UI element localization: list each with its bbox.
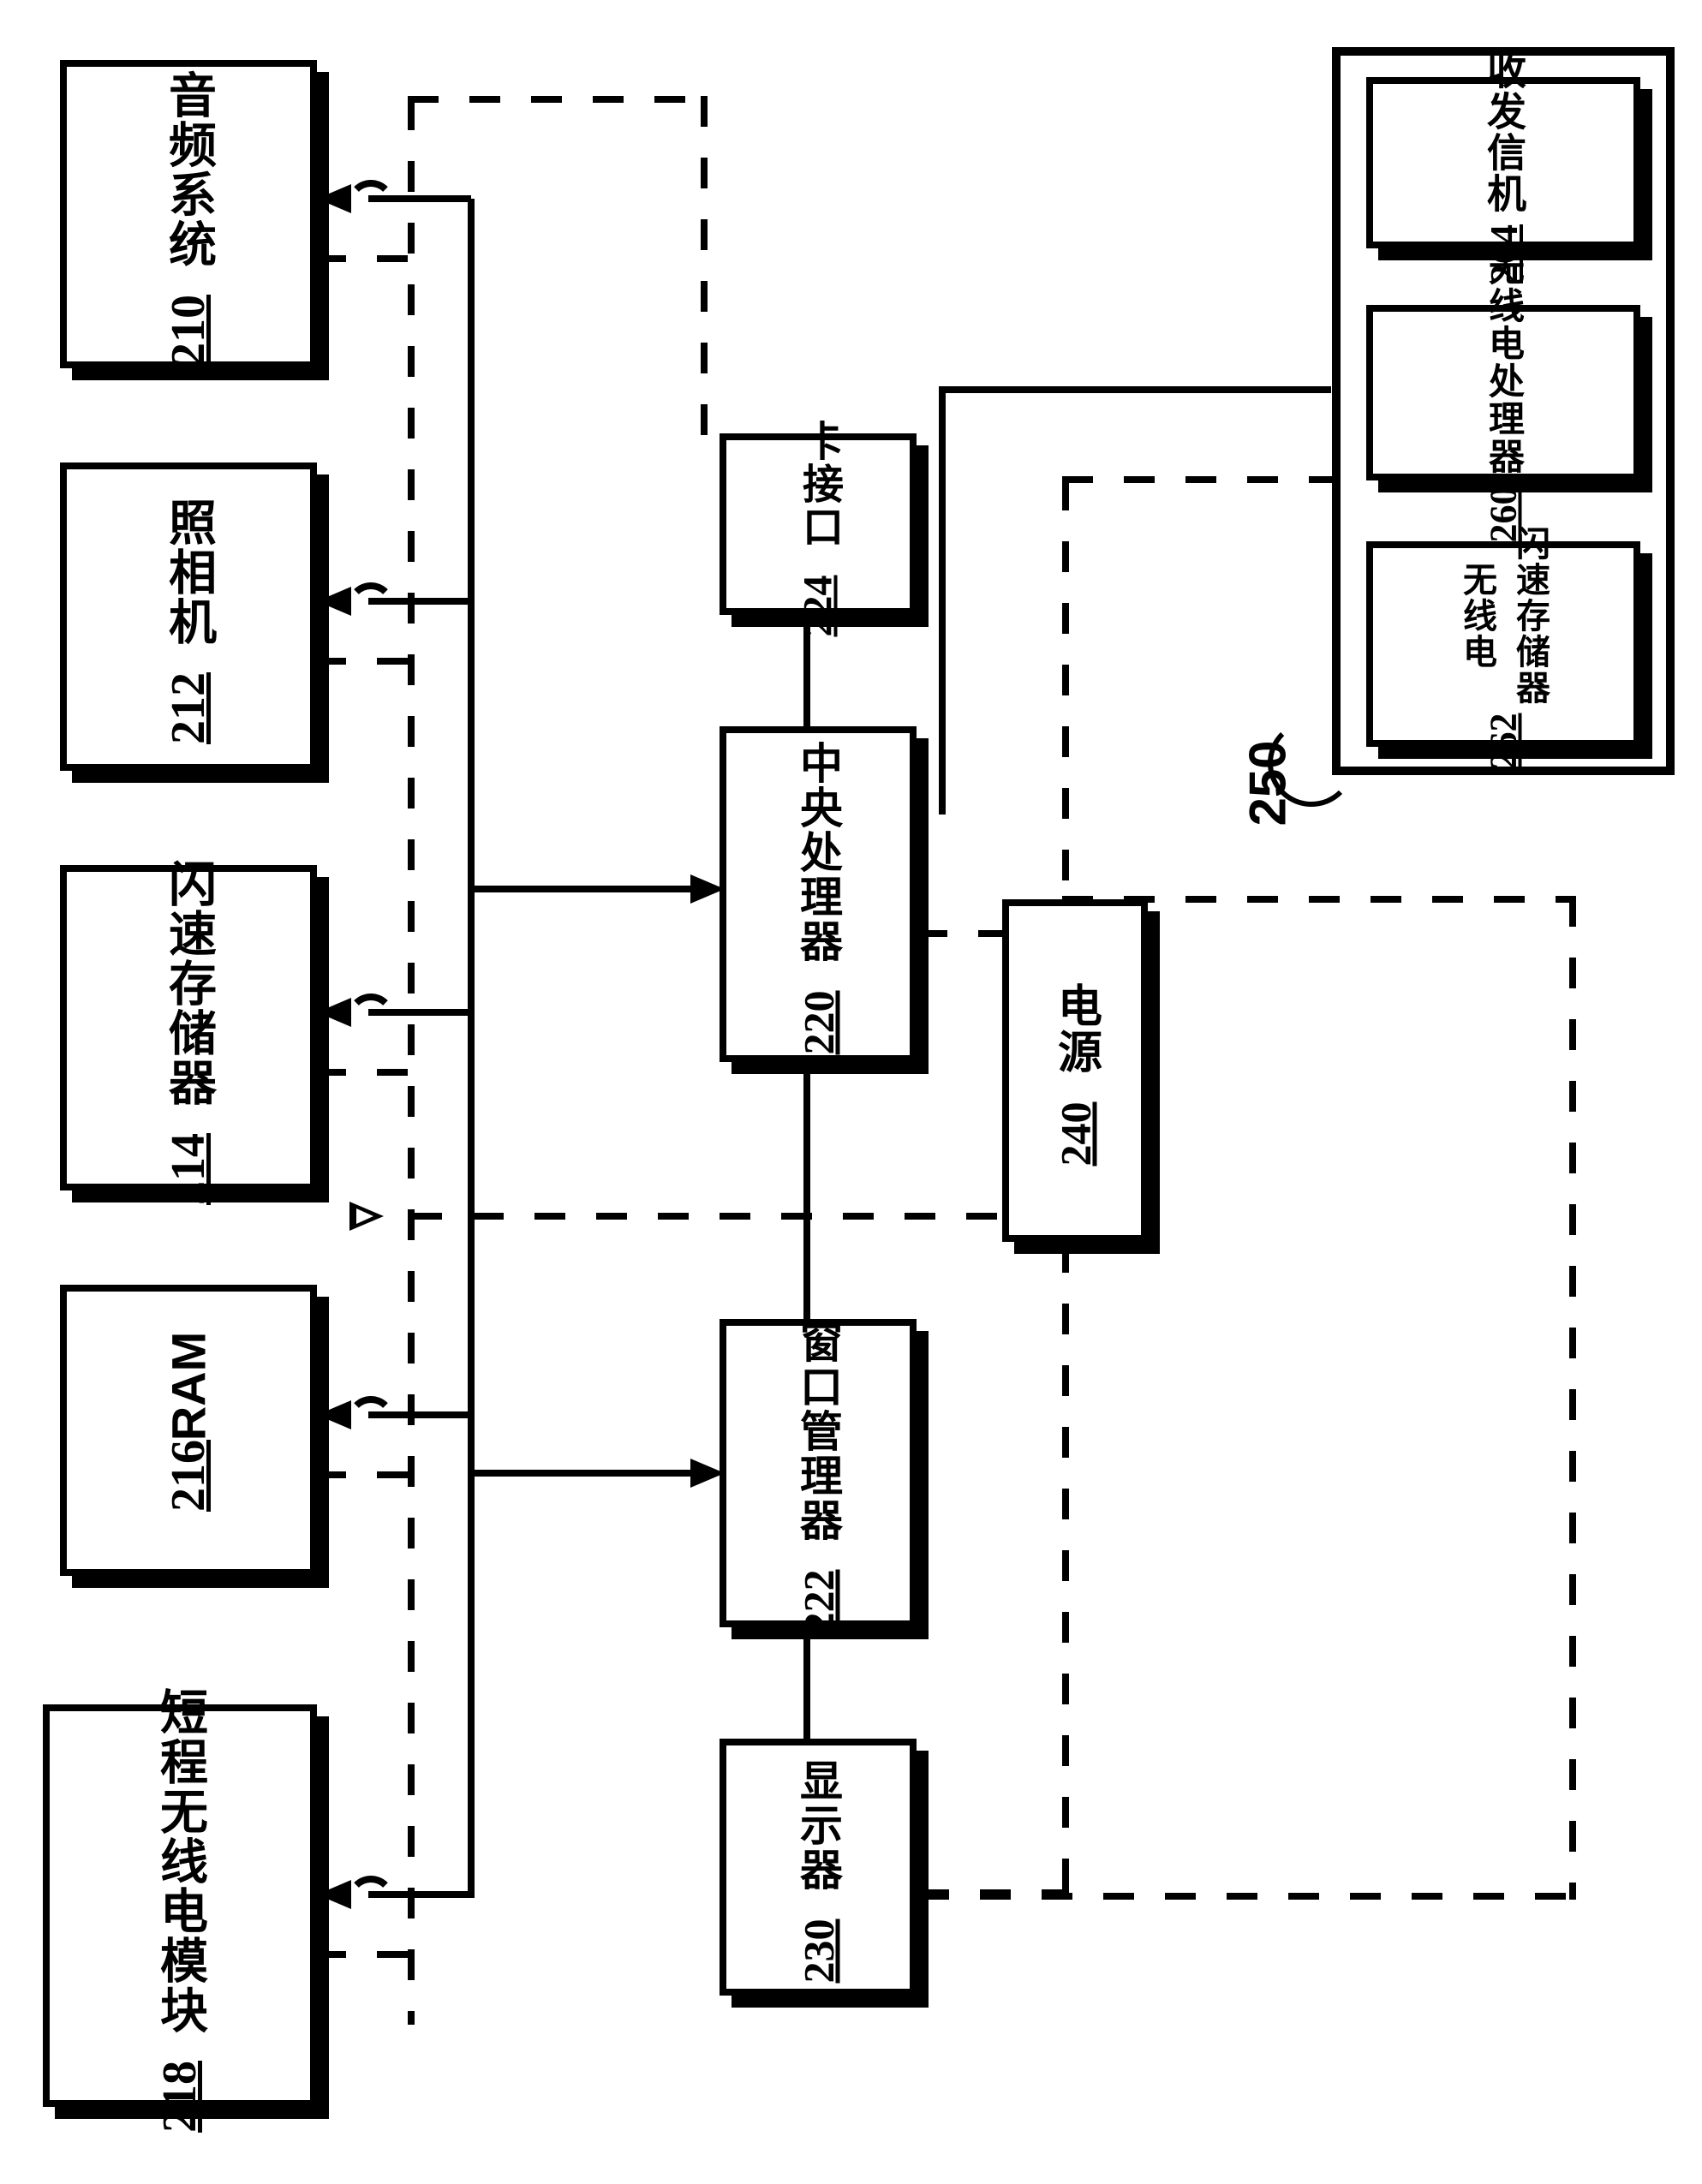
line-cpu-winmgr: [803, 1062, 810, 1319]
pwr-up: [1062, 480, 1069, 899]
label-radioflash-1: 无线电: [1452, 562, 1502, 670]
label-card: 卡接口: [788, 420, 848, 548]
block-camera: 照相机 212: [60, 462, 317, 771]
num-winmgr: 222: [793, 1570, 843, 1634]
pwr-card-h: [408, 96, 708, 103]
label-radioflash-2: 闪速存储器: [1505, 526, 1555, 706]
label-flash: 闪速存储器: [154, 859, 224, 1107]
pwr-right-v: [1569, 896, 1576, 1900]
pwr-audio: [315, 255, 415, 262]
num-power: 240: [1050, 1102, 1100, 1167]
callout-250-leader: [1268, 719, 1355, 807]
arrow-camera: [317, 587, 351, 616]
line-cpu-radio-h: [939, 386, 1331, 393]
block-xcvr: 收发信机 264: [1366, 77, 1640, 248]
block-cpu: 中央处理器 220: [720, 726, 917, 1062]
num-cpu: 220: [793, 991, 843, 1055]
sp2: [917, 853, 923, 860]
arc-audio: [347, 180, 395, 228]
num-camera: 212: [161, 672, 216, 744]
num-flash: 214: [161, 1133, 216, 1205]
label-radiop: 无线电处理器: [1478, 249, 1530, 475]
pwr-left-v: [408, 99, 415, 2025]
label-camera: 照相机: [154, 498, 224, 647]
pwr-card-v: [701, 96, 708, 439]
pwr-flash: [315, 1069, 415, 1076]
bus-cpu-vertical: [468, 199, 475, 1777]
line-winmgr-display: [803, 1627, 810, 1739]
label-shortrange: 短程无线电模块: [146, 1687, 215, 2035]
num-display: 230: [793, 1919, 843, 1984]
block-card: 卡接口 224: [720, 433, 917, 615]
bus-to-winmgr: [468, 1470, 690, 1477]
arrow-pwr-into-bus: [349, 1202, 384, 1231]
num-audio: 210: [161, 295, 216, 367]
arrow-audio: [317, 184, 351, 213]
num-radioflash: 262: [1482, 713, 1526, 769]
pwr-shortrange: [315, 1951, 415, 1958]
block-radioflash: 无线电 闪速存储器 262: [1366, 541, 1640, 747]
pwr-right-h2: [918, 1893, 1576, 1900]
num-card: 224: [795, 575, 842, 636]
diagram-canvas: 250 音频系统 210 照相机 212 闪速存储器 214 RAM 216 短…: [0, 0, 1702, 2184]
arc-flash: [347, 994, 395, 1041]
arrow-shortrange: [317, 1880, 351, 1909]
block-flash: 闪速存储器 214: [60, 865, 317, 1190]
block-audio: 音频系统 210: [60, 60, 317, 368]
pwr-left-h: [411, 1213, 1002, 1220]
label-cpu: 中央处理器: [787, 741, 849, 964]
pwr-up-h: [1062, 476, 1333, 483]
pwr-camera: [315, 658, 415, 665]
label-audio: 音频系统: [154, 70, 224, 269]
block-winmgr: 窗口管理器 222: [720, 1319, 917, 1627]
label-xcvr: 收发信机: [1475, 50, 1532, 214]
label-winmgr: 窗口管理器: [787, 1320, 849, 1543]
label-power: 电源: [1043, 982, 1108, 1075]
arc-camera: [347, 582, 395, 630]
bus-cpu-vertical-ext: [468, 1777, 475, 1898]
num-ram: 216: [161, 1440, 216, 1512]
block-radiop: 无线电处理器 260: [1366, 305, 1640, 480]
arc-ram: [347, 1396, 395, 1444]
block-power: 电源 240: [1002, 899, 1148, 1242]
num-shortrange: 218: [152, 2061, 207, 2133]
block-ram: RAM 216: [60, 1285, 317, 1576]
arc-shortrange: [347, 1876, 395, 1924]
line-cpu-radio-v: [939, 386, 946, 815]
pwr-cpu: [917, 930, 1002, 937]
bus-to-cpu: [468, 886, 690, 892]
pwr-ram: [315, 1471, 415, 1478]
label-ram: RAM: [161, 1331, 217, 1441]
block-display: 显示器 230: [720, 1739, 917, 1996]
block-shortrange: 短程无线电模块 218: [43, 1704, 317, 2107]
arrow-ram: [317, 1400, 351, 1429]
arrow-flash: [317, 998, 351, 1027]
pwr-down: [1062, 1242, 1069, 1901]
label-display: 显示器: [787, 1758, 849, 1892]
